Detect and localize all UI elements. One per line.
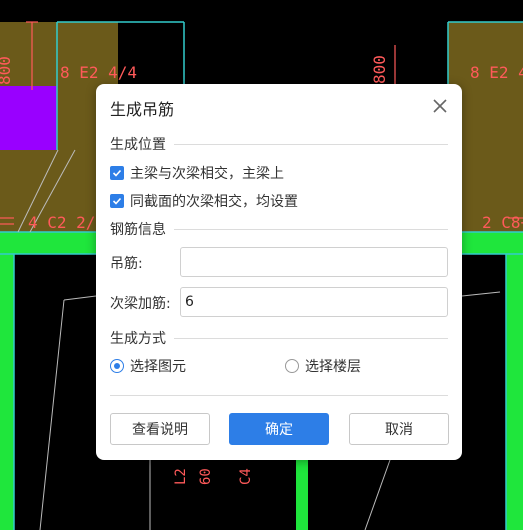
- radio-select-floor-label: 选择楼层: [305, 359, 361, 375]
- section-method-label: 生成方式: [110, 331, 166, 347]
- radio-select-element[interactable]: [110, 359, 124, 373]
- section-method: 生成方式: [110, 328, 448, 348]
- hanger-field-label: 吊筋:: [110, 256, 143, 272]
- footer-divider: [110, 395, 448, 396]
- radio-select-element-label: 选择图元: [130, 359, 186, 375]
- section-rebar-info-label: 钢筋信息: [110, 222, 166, 238]
- cad-label-left-rebar: 8 E2 4/4: [60, 63, 137, 82]
- checkbox-same-section[interactable]: [110, 194, 124, 208]
- column-purple: [0, 86, 57, 150]
- section-divider: [174, 337, 448, 339]
- check-icon: [112, 197, 122, 205]
- cad-label-vertical-c: C4: [238, 468, 254, 485]
- cad-label-left-dim: 800: [0, 56, 14, 85]
- checkbox-main-beam-row[interactable]: 主梁与次梁相交，主梁上: [110, 163, 284, 183]
- hanger-field-row: 吊筋:: [110, 247, 448, 279]
- cad-label-right-rebar: 8 E2 4/: [470, 63, 523, 82]
- close-button[interactable]: [430, 96, 450, 116]
- checkbox-main-beam[interactable]: [110, 166, 124, 180]
- checkbox-main-beam-label: 主梁与次梁相交，主梁上: [130, 166, 284, 182]
- radio-select-element-row[interactable]: 选择图元: [110, 356, 186, 376]
- secondary-beam-field-row: 次梁加筋:: [110, 287, 448, 319]
- cad-label-bottom-right: 2 C8+: [482, 213, 523, 232]
- beam-vertical-left: [0, 254, 14, 530]
- section-rebar-info: 钢筋信息: [110, 219, 448, 239]
- cad-label-vertical-a: L2: [173, 468, 189, 485]
- section-position: 生成位置: [110, 134, 448, 154]
- ok-button[interactable]: 确定: [229, 413, 329, 445]
- section-divider: [174, 228, 448, 230]
- check-icon: [112, 169, 122, 177]
- generate-hanger-dialog: 生成吊筋 生成位置 主梁与次梁相交，主梁上 同截面的次梁相交，均设置 钢筋信息 …: [96, 84, 462, 460]
- beam-vertical-right: [506, 254, 523, 530]
- cancel-button[interactable]: 取消: [349, 413, 449, 445]
- close-icon: [433, 99, 447, 113]
- section-divider: [174, 143, 448, 145]
- help-button[interactable]: 查看说明: [110, 413, 210, 445]
- checkbox-same-section-label: 同截面的次梁相交，均设置: [130, 194, 298, 210]
- checkbox-same-section-row[interactable]: 同截面的次梁相交，均设置: [110, 191, 298, 211]
- cad-label-bottom-left: 4 C2 2/2: [28, 213, 105, 232]
- secondary-beam-input[interactable]: [180, 287, 448, 317]
- radio-select-floor-row[interactable]: 选择楼层: [285, 356, 361, 376]
- section-position-label: 生成位置: [110, 137, 166, 153]
- secondary-beam-field-label: 次梁加筋:: [110, 296, 171, 312]
- hanger-input[interactable]: [180, 247, 448, 277]
- radio-select-floor[interactable]: [285, 359, 299, 373]
- cad-label-vertical-b: 60: [198, 468, 214, 485]
- dialog-title: 生成吊筋: [110, 100, 175, 119]
- cad-label-right-dim: 800: [370, 55, 389, 84]
